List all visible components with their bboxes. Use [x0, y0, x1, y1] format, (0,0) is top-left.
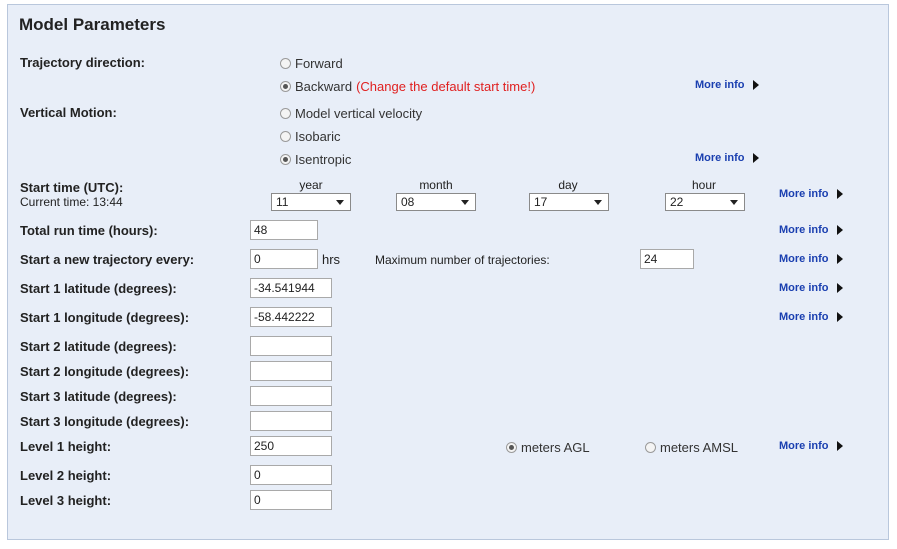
arrow-right-icon	[836, 225, 843, 235]
chevron-down-icon	[730, 200, 738, 205]
more-info-start-time[interactable]: More info	[779, 188, 843, 200]
radio-backward-label: Backward	[295, 79, 353, 94]
year-select[interactable]: 11	[271, 193, 351, 211]
day-select-value: 17	[534, 195, 548, 209]
month-select[interactable]: 08	[396, 193, 476, 211]
level-3-height-input[interactable]: 0	[250, 490, 332, 510]
more-info-label[interactable]: More info	[779, 253, 829, 265]
day-select[interactable]: 17	[529, 193, 609, 211]
start-1-longitude-label: Start 1 longitude (degrees):	[20, 310, 190, 325]
more-info-vertical-motion[interactable]: More info	[695, 152, 759, 164]
radio-button-meters-agl[interactable]	[506, 442, 517, 453]
more-info-level[interactable]: More info	[779, 440, 843, 452]
start-1-latitude-input[interactable]: -34.541944	[250, 278, 332, 298]
vertical-motion-label: Vertical Motion:	[20, 105, 117, 120]
trajectory-interval-input[interactable]: 0	[250, 249, 318, 269]
max-trajectories-label: Maximum number of trajectories:	[375, 253, 550, 267]
level-3-height-label: Level 3 height:	[20, 493, 112, 508]
new-trajectory-label: Start a new trajectory every:	[20, 252, 195, 267]
arrow-right-icon	[836, 312, 843, 322]
day-header: day	[558, 178, 578, 192]
radio-button-meters-amsl[interactable]	[645, 442, 656, 453]
arrow-right-icon	[836, 189, 843, 199]
radio-isentropic[interactable]: Isentropic	[280, 152, 351, 167]
start-1-longitude-input[interactable]: -58.442222	[250, 307, 332, 327]
more-info-longitude[interactable]: More info	[779, 311, 843, 323]
radio-meters-amsl-label: meters AMSL	[660, 440, 739, 455]
arrow-right-icon	[836, 441, 843, 451]
more-info-direction[interactable]: More info	[695, 79, 759, 91]
radio-isobaric[interactable]: Isobaric	[280, 129, 341, 144]
radio-forward[interactable]: Forward	[280, 56, 343, 71]
max-trajectories-input[interactable]: 24	[640, 249, 694, 269]
more-info-label[interactable]: More info	[695, 152, 745, 164]
start-time-warning: (Change the default start time!)	[356, 79, 536, 94]
radio-button-model-vertical-velocity[interactable]	[280, 108, 291, 119]
radio-isobaric-label: Isobaric	[295, 129, 341, 144]
hrs-unit: hrs	[322, 252, 341, 267]
chevron-down-icon	[594, 200, 602, 205]
arrow-right-icon	[752, 80, 759, 90]
trajectory-direction-label: Trajectory direction:	[20, 55, 145, 70]
more-info-latitude[interactable]: More info	[779, 282, 843, 294]
month-select-value: 08	[401, 195, 415, 209]
radio-isentropic-label: Isentropic	[295, 152, 352, 167]
start-2-latitude-label: Start 2 latitude (degrees):	[20, 339, 177, 354]
radio-meters-amsl[interactable]: meters AMSL	[645, 440, 738, 455]
radio-button-forward[interactable]	[280, 58, 291, 69]
start-2-longitude-label: Start 2 longitude (degrees):	[20, 364, 190, 379]
chevron-down-icon	[336, 200, 344, 205]
more-info-label[interactable]: More info	[779, 188, 829, 200]
start-3-latitude-input[interactable]	[250, 386, 332, 406]
radio-model-vertical-velocity[interactable]: Model vertical velocity	[280, 106, 422, 121]
more-info-run-time[interactable]: More info	[779, 224, 843, 236]
start-3-longitude-input[interactable]	[250, 411, 332, 431]
hour-select[interactable]: 22	[665, 193, 745, 211]
start-3-latitude-label: Start 3 latitude (degrees):	[20, 389, 177, 404]
start-3-longitude-label: Start 3 longitude (degrees):	[20, 414, 190, 429]
level-2-height-input[interactable]: 0	[250, 465, 332, 485]
more-info-new-trajectory[interactable]: More info	[779, 253, 843, 265]
more-info-label[interactable]: More info	[695, 79, 745, 91]
model-parameters-panel: Model Parameters Trajectory direction: F…	[7, 4, 889, 540]
level-1-height-label: Level 1 height:	[20, 439, 112, 454]
radio-button-isobaric[interactable]	[280, 131, 291, 142]
month-header: month	[419, 178, 453, 192]
start-2-longitude-input[interactable]	[250, 361, 332, 381]
radio-meters-agl-label: meters AGL	[521, 440, 590, 455]
arrow-right-icon	[752, 153, 759, 163]
level-2-height-label: Level 2 height:	[20, 468, 112, 483]
radio-model-vertical-velocity-label: Model vertical velocity	[295, 106, 423, 121]
run-time-input[interactable]: 48	[250, 220, 318, 240]
year-header: year	[299, 178, 323, 192]
run-time-label: Total run time (hours):	[20, 223, 158, 238]
radio-forward-label: Forward	[295, 56, 343, 71]
year-select-value: 11	[276, 195, 289, 209]
radio-button-backward[interactable]	[280, 81, 291, 92]
hour-select-value: 22	[670, 195, 684, 209]
section-title: Model Parameters	[19, 15, 166, 34]
start-2-latitude-input[interactable]	[250, 336, 332, 356]
level-1-height-input[interactable]: 250	[250, 436, 332, 456]
more-info-label[interactable]: More info	[779, 311, 829, 323]
radio-button-isentropic[interactable]	[280, 154, 291, 165]
arrow-right-icon	[836, 254, 843, 264]
radio-meters-agl[interactable]: meters AGL	[506, 440, 590, 455]
arrow-right-icon	[836, 283, 843, 293]
start-1-latitude-label: Start 1 latitude (degrees):	[20, 281, 177, 296]
more-info-label[interactable]: More info	[779, 282, 829, 294]
chevron-down-icon	[461, 200, 469, 205]
start-time-label: Start time (UTC):	[20, 180, 124, 195]
more-info-label[interactable]: More info	[779, 224, 829, 236]
hour-header: hour	[691, 178, 717, 192]
more-info-label[interactable]: More info	[779, 440, 829, 452]
radio-backward[interactable]: Backward (Change the default start time!…	[280, 79, 535, 94]
current-time: Current time: 13:44	[20, 195, 123, 209]
